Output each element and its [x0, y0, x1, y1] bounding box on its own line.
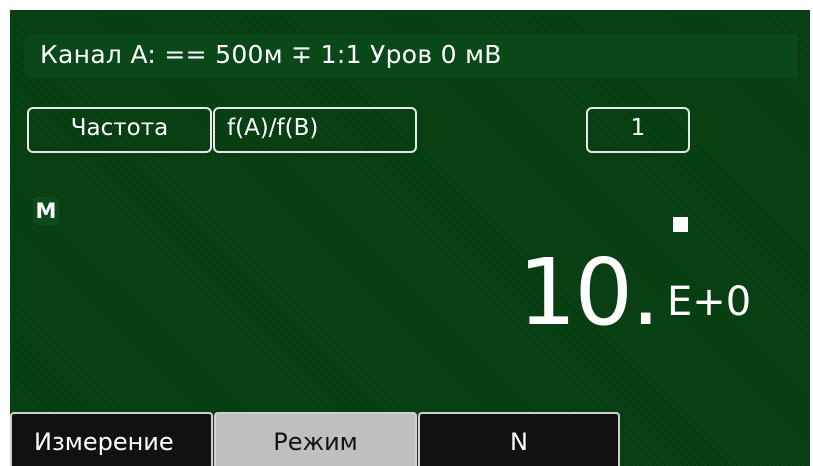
status-square-icon — [673, 217, 688, 232]
measurement-mode-button[interactable]: Частота — [27, 107, 212, 153]
count-value-button[interactable]: 1 — [586, 107, 690, 153]
tab-mode[interactable]: Режим — [214, 412, 417, 466]
instrument-screen: Канал A: == 500м ∓ 1:1 Уров 0 мВ Частота… — [10, 10, 810, 466]
memory-badge: M — [33, 197, 59, 225]
function-select-button[interactable]: f(A)/f(B) — [213, 107, 417, 153]
tab-n[interactable]: N — [418, 412, 620, 466]
reading-exponent: E+0 — [667, 279, 752, 325]
channel-info-text: Канал A: == 500м ∓ 1:1 Уров 0 мВ — [40, 40, 502, 69]
channel-status-bar: Канал A: == 500м ∓ 1:1 Уров 0 мВ — [24, 34, 798, 78]
tab-measurement[interactable]: Измерение — [10, 412, 213, 466]
reading-value: 10. — [518, 239, 660, 346]
